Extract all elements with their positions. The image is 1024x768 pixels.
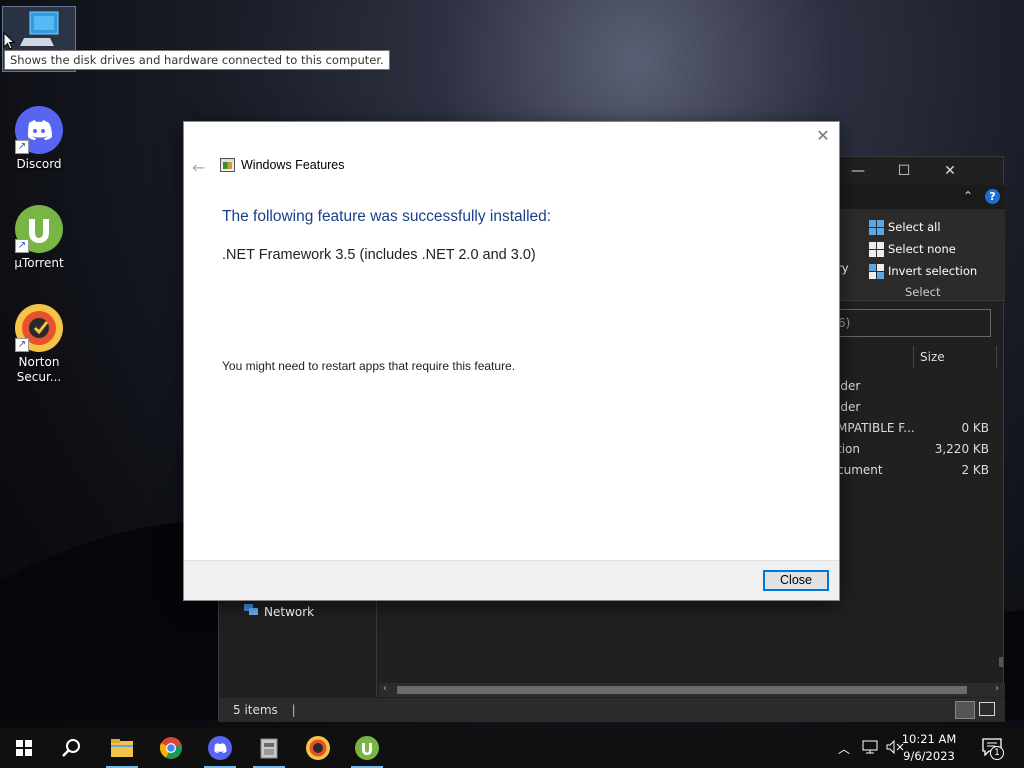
taskbar-utorrent[interactable] xyxy=(343,728,391,768)
details-view-icon[interactable] xyxy=(955,701,975,719)
norton-icon xyxy=(306,736,330,760)
file-type: lder xyxy=(837,400,861,414)
nav-item-label: Network xyxy=(264,604,315,619)
status-separator: | xyxy=(291,703,296,717)
file-size: 3,220 KB xyxy=(934,442,989,456)
select-all-label: Select all xyxy=(888,220,941,234)
app-installer-icon xyxy=(260,738,278,759)
column-size-label: Size xyxy=(920,350,945,364)
close-button[interactable]: Close xyxy=(763,570,829,591)
invert-selection-label: Invert selection xyxy=(888,264,978,278)
restart-note: You might need to restart apps that requ… xyxy=(222,359,516,373)
taskbar-app-installer[interactable] xyxy=(245,728,293,768)
taskbar-file-explorer[interactable] xyxy=(98,728,146,768)
select-all-icon xyxy=(869,219,884,235)
desktop-icon-label: Norton Secur... xyxy=(16,355,62,384)
horizontal-scrollbar[interactable]: ‹ › xyxy=(379,683,1005,697)
discord-icon xyxy=(208,736,232,760)
maximize-icon[interactable]: ☐ xyxy=(889,161,919,181)
utorrent-icon: ↗ xyxy=(15,205,63,253)
file-row[interactable]: cument 2 KB xyxy=(837,460,989,480)
dialog-title: Windows Features xyxy=(220,158,345,172)
nav-item-network[interactable]: Network xyxy=(243,603,314,620)
desktop-icon-norton[interactable]: ↗ Norton Secur... xyxy=(4,304,74,385)
file-type: lder xyxy=(837,379,861,393)
desktop-icon-discord[interactable]: ↗ Discord xyxy=(4,106,74,172)
navigation-pane: Network xyxy=(219,597,377,697)
clock-time: 10:21 AM xyxy=(901,732,957,746)
scroll-right-icon[interactable]: › xyxy=(995,683,999,694)
utorrent-icon xyxy=(355,736,379,760)
network-icon xyxy=(243,603,259,620)
shortcut-arrow-icon: ↗ xyxy=(15,338,29,352)
installed-feature-name: .NET Framework 3.5 (includes .NET 2.0 an… xyxy=(222,247,536,263)
notification-center-button[interactable]: 1 xyxy=(982,738,1008,760)
taskbar: ︿ 10:21 AM 9/6/2023 1 xyxy=(0,728,1024,768)
start-icon xyxy=(16,740,32,756)
notification-count-badge: 1 xyxy=(990,746,1004,760)
discord-icon: ↗ xyxy=(15,106,63,154)
ribbon-group-label: Select xyxy=(905,285,941,299)
ribbon-collapse-icon[interactable]: ⌃ xyxy=(963,189,973,203)
taskbar-chrome[interactable] xyxy=(147,728,195,768)
desktop-icon-utorrent[interactable]: ↗ µTorrent xyxy=(4,205,74,271)
invert-selection-icon xyxy=(869,263,884,279)
this-pc-icon[interactable] xyxy=(20,10,64,50)
vscroll[interactable] xyxy=(999,657,1003,667)
tooltip: Shows the disk drives and hardware conne… xyxy=(4,50,390,70)
file-row[interactable]: tion 3,220 KB xyxy=(837,439,989,459)
clock-date: 9/6/2023 xyxy=(903,749,955,763)
scroll-left-icon[interactable]: ‹ xyxy=(383,683,387,694)
minimize-icon[interactable]: — xyxy=(843,161,873,181)
select-none-label: Select none xyxy=(888,242,956,256)
status-item-count: 5 items xyxy=(233,703,278,717)
windows-features-dialog[interactable]: ✕ ← Windows Features The following featu… xyxy=(183,121,840,601)
clock[interactable]: 10:21 AM 9/6/2023 xyxy=(894,731,964,765)
search-button[interactable] xyxy=(48,728,96,768)
help-icon[interactable]: ? xyxy=(985,189,1000,204)
windows-features-icon xyxy=(220,158,235,172)
file-explorer-icon xyxy=(111,739,133,757)
taskbar-discord[interactable] xyxy=(196,728,244,768)
file-size: 0 KB xyxy=(961,421,989,435)
dialog-footer: Close xyxy=(184,560,839,600)
desktop-icon-label: Discord xyxy=(16,157,62,171)
select-none-button[interactable]: Select none xyxy=(869,239,956,259)
file-type: cument xyxy=(837,463,883,477)
norton-icon: ↗ xyxy=(15,304,63,352)
shortcut-arrow-icon: ↗ xyxy=(15,140,29,154)
close-icon[interactable]: ✕ xyxy=(935,161,965,181)
dialog-title-text: Windows Features xyxy=(241,158,345,172)
explorer-titlebar[interactable]: — ☐ ✕ xyxy=(813,157,1003,185)
desktop-icon-label: µTorrent xyxy=(14,256,64,270)
file-type: MPATIBLE F... xyxy=(837,421,915,435)
tray-chevron-icon[interactable]: ︿ xyxy=(838,740,850,757)
file-size: 2 KB xyxy=(961,463,989,477)
file-row[interactable]: lder xyxy=(837,397,989,417)
back-arrow-icon[interactable]: ← xyxy=(192,158,205,177)
large-icons-view-icon[interactable] xyxy=(979,702,995,716)
close-icon[interactable]: ✕ xyxy=(813,126,833,146)
shortcut-arrow-icon: ↗ xyxy=(15,239,29,253)
status-bar: 5 items | xyxy=(219,698,1005,722)
chrome-icon xyxy=(159,737,182,759)
file-type: tion xyxy=(837,442,860,456)
select-none-icon xyxy=(869,241,884,257)
taskbar-norton[interactable] xyxy=(294,728,342,768)
search-input[interactable]: 6) xyxy=(833,309,991,337)
dialog-heading: The following feature was successfully i… xyxy=(222,208,552,225)
scrollbar-thumb[interactable] xyxy=(397,686,967,694)
column-header-size[interactable]: Size xyxy=(913,346,997,368)
file-row[interactable]: lder xyxy=(837,376,989,396)
invert-selection-button[interactable]: Invert selection xyxy=(869,261,977,281)
select-all-button[interactable]: Select all xyxy=(869,217,941,237)
network-tray-icon[interactable] xyxy=(862,740,878,757)
search-icon xyxy=(62,739,80,757)
start-button[interactable] xyxy=(0,728,48,768)
file-row[interactable]: MPATIBLE F... 0 KB xyxy=(837,418,989,438)
